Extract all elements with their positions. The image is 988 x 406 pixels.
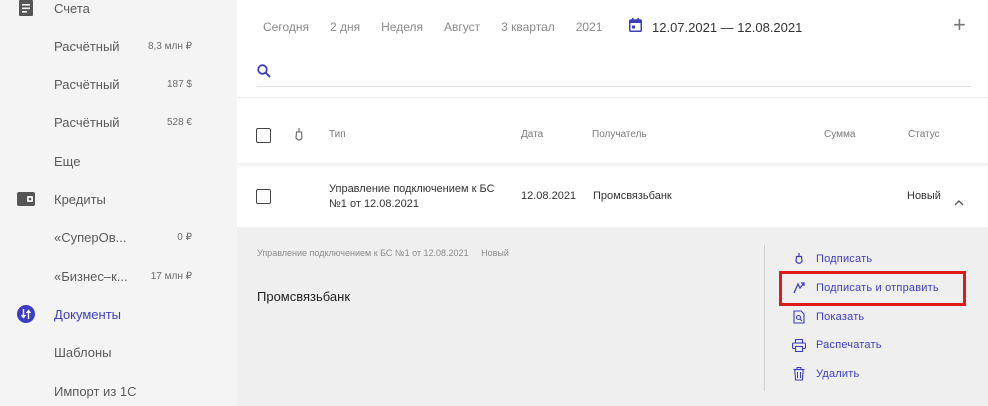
action-label: Удалить bbox=[816, 368, 860, 380]
period-filter: Сегодня 2 дня Неделя Август 3 квартал 20… bbox=[263, 19, 623, 35]
sidebar-item-label: Кредиты bbox=[54, 191, 106, 207]
main-content: Сегодня 2 дня Неделя Август 3 квартал 20… bbox=[237, 0, 988, 406]
sidebar-item-account[interactable]: Расчётный 187 $ bbox=[0, 65, 237, 103]
detail-doc-title: Управление подключением к БС №1 от 12.08… bbox=[257, 248, 469, 258]
trash-icon bbox=[791, 366, 807, 382]
column-header-amount[interactable]: Сумма bbox=[824, 129, 855, 140]
signature-icon bbox=[791, 251, 807, 267]
row-recipient: Промсвязьбанк bbox=[593, 190, 672, 202]
table-header: Тип Дата Получатель Сумма Статус bbox=[237, 122, 988, 150]
period-option[interactable]: Сегодня bbox=[263, 20, 309, 34]
divider bbox=[764, 245, 765, 391]
sidebar-item-label: Импорт из 1С bbox=[54, 383, 137, 399]
action-label: Подписать bbox=[816, 253, 873, 265]
signature-icon bbox=[294, 127, 304, 148]
row-date: 12.08.2021 bbox=[521, 190, 577, 202]
credit-balance: 0 ₽ bbox=[177, 231, 192, 243]
row-detail-panel: Управление подключением к БС №1 от 12.08… bbox=[237, 227, 988, 406]
document-search-icon bbox=[791, 309, 807, 325]
detail-status: Новый bbox=[481, 248, 509, 258]
search-input[interactable] bbox=[281, 62, 961, 84]
sidebar-item-account[interactable]: Расчётный 8,3 млн ₽ bbox=[0, 27, 237, 65]
print-button[interactable]: Распечатать bbox=[791, 335, 882, 355]
sidebar-item-label: Еще bbox=[54, 153, 81, 169]
account-name: Расчётный bbox=[54, 114, 120, 130]
account-balance: 187 $ bbox=[166, 78, 192, 90]
row-status: Новый bbox=[907, 190, 941, 202]
search-icon[interactable] bbox=[257, 64, 271, 83]
divider bbox=[237, 97, 988, 98]
sidebar-item-credit[interactable]: «Бизнес–к... 17 млн ₽ bbox=[0, 257, 237, 295]
sidebar-item-label: Документы bbox=[54, 306, 122, 322]
date-range-value: 12.07.2021 — 12.08.2021 bbox=[652, 20, 803, 35]
sidebar-item-accounts[interactable]: Счета bbox=[0, 0, 237, 27]
delete-button[interactable]: Удалить bbox=[791, 364, 859, 384]
column-header-type[interactable]: Тип bbox=[329, 129, 346, 140]
action-label: Показать bbox=[816, 311, 865, 323]
account-balance: 528 € bbox=[166, 116, 192, 128]
account-name: Расчётный bbox=[54, 38, 120, 54]
column-header-status[interactable]: Статус bbox=[908, 129, 940, 140]
row-type-line1: Управление подключением к БС bbox=[329, 183, 495, 195]
period-option[interactable]: Август bbox=[444, 20, 480, 34]
chevron-up-icon[interactable] bbox=[954, 193, 964, 211]
documents-exchange-icon bbox=[17, 305, 35, 323]
document-icon bbox=[17, 0, 35, 17]
sidebar-item-label: Шаблоны bbox=[54, 344, 112, 360]
sidebar-item-templates[interactable]: Шаблоны bbox=[0, 333, 237, 371]
account-balance: 8,3 млн ₽ bbox=[147, 40, 192, 52]
select-all-checkbox[interactable] bbox=[256, 128, 271, 143]
wallet-icon bbox=[17, 190, 35, 208]
period-option[interactable]: 2 дня bbox=[330, 20, 360, 34]
account-name: Расчётный bbox=[54, 76, 120, 92]
sidebar-item-more[interactable]: Еще bbox=[0, 142, 237, 180]
credit-balance: 17 млн ₽ bbox=[150, 270, 192, 282]
action-label: Распечатать bbox=[816, 339, 882, 351]
sidebar-item-credit[interactable]: «СуперОв... 0 ₽ bbox=[0, 218, 237, 256]
detail-recipient: Промсвязьбанк bbox=[257, 289, 351, 304]
sidebar-item-account[interactable]: Расчётный 528 € bbox=[0, 103, 237, 141]
calendar-icon bbox=[629, 18, 642, 37]
sidebar-item-documents[interactable]: Документы bbox=[0, 295, 237, 333]
credit-name: «СуперОв... bbox=[54, 229, 127, 245]
row-checkbox[interactable] bbox=[256, 189, 271, 204]
table-row[interactable]: Управление подключением к БС №1 от 12.08… bbox=[237, 168, 988, 226]
period-option[interactable]: 2021 bbox=[576, 20, 603, 34]
sign-button[interactable]: Подписать bbox=[791, 249, 872, 269]
printer-icon bbox=[791, 337, 807, 353]
column-header-date[interactable]: Дата bbox=[521, 129, 543, 140]
row-type-line2: №1 от 12.08.2021 bbox=[329, 198, 419, 210]
add-button[interactable]: + bbox=[953, 14, 966, 36]
sidebar-item-label: Счета bbox=[54, 0, 90, 16]
show-button[interactable]: Показать bbox=[791, 307, 864, 327]
column-header-recipient[interactable]: Получатель bbox=[592, 129, 647, 140]
detail-header: Управление подключением к БС №1 от 12.08… bbox=[257, 248, 519, 258]
sidebar-item-import[interactable]: Импорт из 1С bbox=[0, 372, 237, 406]
credit-name: «Бизнес–к... bbox=[54, 268, 128, 284]
period-option[interactable]: 3 квартал bbox=[501, 20, 555, 34]
search-bar bbox=[257, 60, 971, 87]
date-range-picker[interactable]: 12.07.2021 — 12.08.2021 bbox=[629, 18, 802, 37]
sidebar: Счета Расчётный 8,3 млн ₽ Расчётный 187 … bbox=[0, 0, 237, 406]
sidebar-item-credits[interactable]: Кредиты bbox=[0, 180, 237, 218]
highlight-box bbox=[779, 271, 966, 306]
period-option[interactable]: Неделя bbox=[381, 20, 423, 34]
